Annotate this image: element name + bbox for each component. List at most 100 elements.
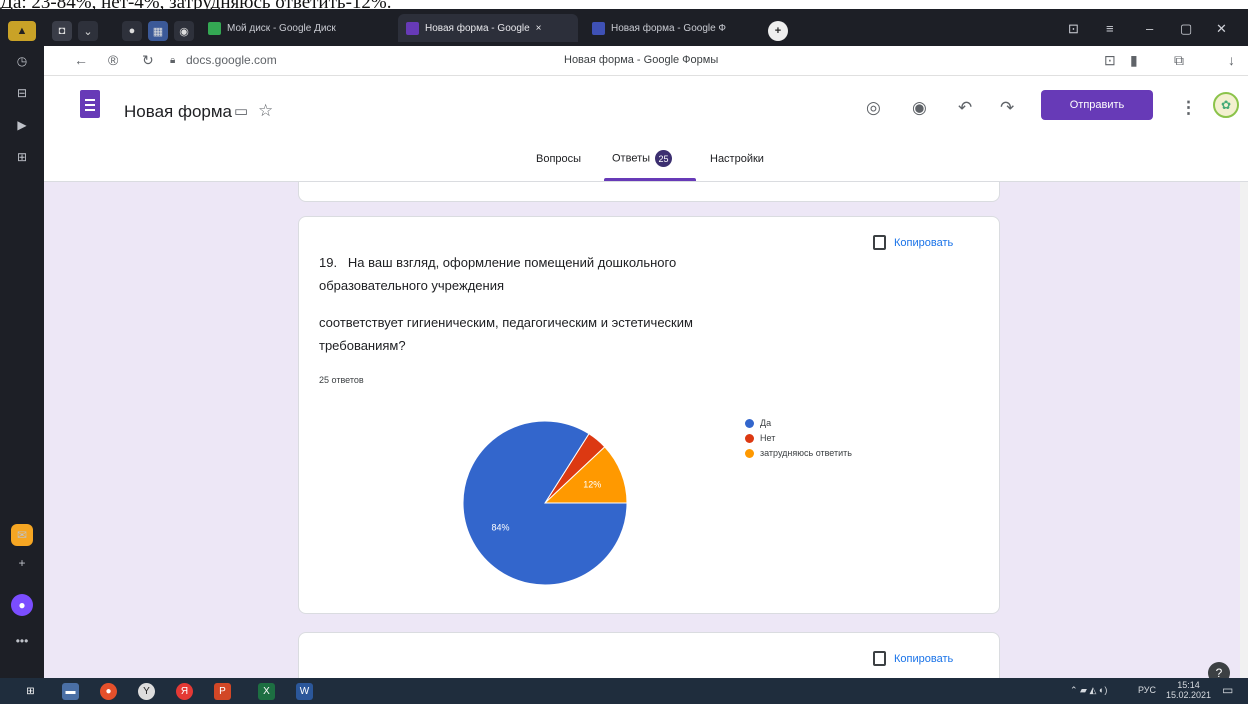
copy-chart-button[interactable]: Копировать: [873, 235, 953, 250]
previous-question-card: [298, 182, 1000, 202]
question-line-2: образовательного учреждения: [319, 278, 504, 293]
bookmark-icon[interactable]: ▮: [1130, 52, 1138, 69]
drive-icon: [208, 21, 221, 35]
excel-icon[interactable]: X: [258, 683, 275, 700]
legend-dot-2: [745, 448, 754, 458]
tab-answers[interactable]: Ответы 25: [612, 150, 673, 167]
lock-icon: 🔒︎: [170, 55, 176, 66]
bookmark-panel-icon[interactable]: ⊡: [1068, 21, 1079, 37]
address-bar: ← ® ↻ 🔒︎ docs.google.com Новая форма - G…: [44, 46, 1248, 76]
back-icon[interactable]: ←: [74, 52, 88, 68]
new-tab-button[interactable]: +: [768, 21, 788, 41]
question-card: Копировать 19. На ваш взгляд, оформление…: [298, 216, 1000, 614]
pinned-tab-icon-3[interactable]: ◉: [174, 21, 194, 41]
question-line-3: соответствует гигиеническим, педагогичес…: [319, 315, 693, 330]
powerpoint-icon[interactable]: P: [214, 683, 231, 700]
tab-google-drive[interactable]: Мой диск - Google Диск: [200, 14, 386, 42]
apps-icon[interactable]: ⊞: [11, 146, 33, 168]
help-icon[interactable]: ?: [1208, 662, 1230, 678]
yandex-icon[interactable]: Я: [176, 683, 193, 700]
menu-lines-icon[interactable]: ≡: [1106, 21, 1114, 36]
scrollbar[interactable]: [1240, 182, 1248, 678]
word-icon[interactable]: W: [296, 683, 313, 700]
yandex-browser-icon[interactable]: Y: [138, 683, 155, 700]
forms-icon: [406, 21, 419, 35]
legend-dot-0: [745, 418, 754, 428]
mail-icon[interactable]: ✉: [11, 524, 33, 546]
form-title[interactable]: Новая форма: [124, 102, 232, 122]
question-number: 19.: [319, 255, 338, 270]
tray-date: 15.02.2021: [1166, 690, 1212, 700]
tray-time: 15:14: [1177, 680, 1200, 690]
copy-chart-button-next[interactable]: Копировать: [873, 651, 953, 666]
copy-icon: [873, 651, 886, 666]
folder-icon[interactable]: ▭: [234, 102, 248, 120]
legend-item-0: Да: [745, 417, 852, 429]
legend-dot-1: [745, 433, 754, 443]
document-caption: Да: 23-84%, нет-4%, затрудняюсь ответить…: [0, 0, 1248, 9]
next-question-card: Копировать: [298, 632, 1000, 678]
question-title: 19. На ваш взгляд, оформление помещений …: [319, 251, 676, 297]
tray-icons[interactable]: ⌃ ▰ ◭ ◐): [1070, 685, 1107, 696]
page-title: Новая форма - Google Формы: [564, 54, 719, 66]
responses-area: Копировать 19. На ваш взгляд, оформление…: [44, 182, 1240, 678]
close-window-icon[interactable]: ✕: [1216, 21, 1227, 37]
legend-item-2: затрудняюсь ответить: [745, 447, 852, 459]
more-icon[interactable]: •••: [11, 630, 33, 652]
url-field[interactable]: docs.google.com: [186, 53, 277, 67]
add-panel-icon[interactable]: +: [11, 552, 33, 574]
alice-icon[interactable]: ●: [11, 594, 33, 616]
pie-data-label-0: 84%: [491, 522, 509, 532]
protect-icon[interactable]: ®: [108, 52, 118, 68]
question-line-4: требованиям?: [319, 338, 406, 353]
browser-sidebar: ◷ ⊟ ▶ ⊞ ✉ + ● •••: [0, 46, 44, 678]
tab-label: Мой диск - Google Диск: [227, 22, 336, 34]
collections-icon[interactable]: ⊟: [11, 82, 33, 104]
pie-data-label-2: 12%: [583, 479, 601, 489]
palette-icon[interactable]: ◎: [866, 98, 881, 118]
play-icon[interactable]: ▶: [11, 114, 33, 136]
minimize-icon[interactable]: –: [1146, 21, 1153, 36]
pinned-tab-icon-2[interactable]: ▦: [148, 21, 168, 41]
question-line-1: На ваш взгляд, оформление помещений дошк…: [347, 255, 677, 270]
tab-settings[interactable]: Настройки: [710, 153, 764, 165]
tab-new-form-2[interactable]: Новая форма - Google Ф: [584, 14, 756, 42]
download-icon[interactable]: ↓: [1228, 52, 1235, 68]
google-forms-logo-icon[interactable]: [80, 90, 100, 118]
extensions-icon[interactable]: ⧉: [1174, 52, 1184, 69]
browser-logo-icon[interactable]: ▲: [8, 21, 36, 41]
history-icon[interactable]: ◷: [11, 50, 33, 72]
chart-legend: Да Нет затрудняюсь ответить: [745, 417, 852, 459]
windows-start-icon[interactable]: ⊞: [22, 683, 39, 700]
star-icon[interactable]: ☆: [258, 101, 273, 121]
tab-questions[interactable]: Вопросы: [536, 153, 581, 165]
avatar[interactable]: ✿: [1213, 92, 1239, 118]
copy-label: Копировать: [894, 652, 954, 665]
reload-icon[interactable]: ↻: [142, 52, 154, 69]
explorer-icon[interactable]: ▬: [62, 683, 79, 700]
send-button[interactable]: Отправить: [1041, 90, 1153, 120]
tab-new-form-active[interactable]: Новая форма - Google ×: [398, 14, 578, 42]
tab-label: Новая форма - Google: [425, 22, 530, 34]
response-count: 25 ответов: [319, 375, 364, 385]
question-subtitle: соответствует гигиеническим, педагогичес…: [319, 311, 693, 357]
undo-icon[interactable]: ↶: [958, 98, 972, 118]
preview-eye-icon[interactable]: ◉: [912, 98, 927, 118]
tab-list-icon[interactable]: ⌄: [78, 21, 98, 41]
browser-tab-bar: ▲ ◘ ⌄ ● ▦ ◉ Мой диск - Google Диск Новая…: [0, 9, 1248, 46]
tab-close-icon[interactable]: ×: [536, 23, 542, 34]
chrome-icon[interactable]: ●: [100, 683, 117, 700]
legend-label-1: Нет: [760, 433, 776, 443]
reader-icon[interactable]: ⊡: [1104, 52, 1116, 69]
legend-label-2: затрудняюсь ответить: [760, 448, 852, 458]
redo-icon[interactable]: ↷: [1000, 98, 1014, 118]
pinned-tab-icon-1[interactable]: ●: [122, 21, 142, 41]
tray-clock[interactable]: 15:14 15.02.2021: [1166, 680, 1211, 700]
tray-language[interactable]: РУС: [1138, 685, 1156, 695]
tab-answers-label: Ответы: [612, 152, 651, 165]
notifications-icon[interactable]: ▭: [1222, 683, 1233, 697]
browser-menu-icon[interactable]: ◘: [52, 21, 72, 41]
maximize-icon[interactable]: ▢: [1180, 21, 1192, 37]
more-vert-icon[interactable]: ⋮: [1180, 98, 1197, 118]
tab-label: Новая форма - Google Ф: [611, 22, 727, 34]
